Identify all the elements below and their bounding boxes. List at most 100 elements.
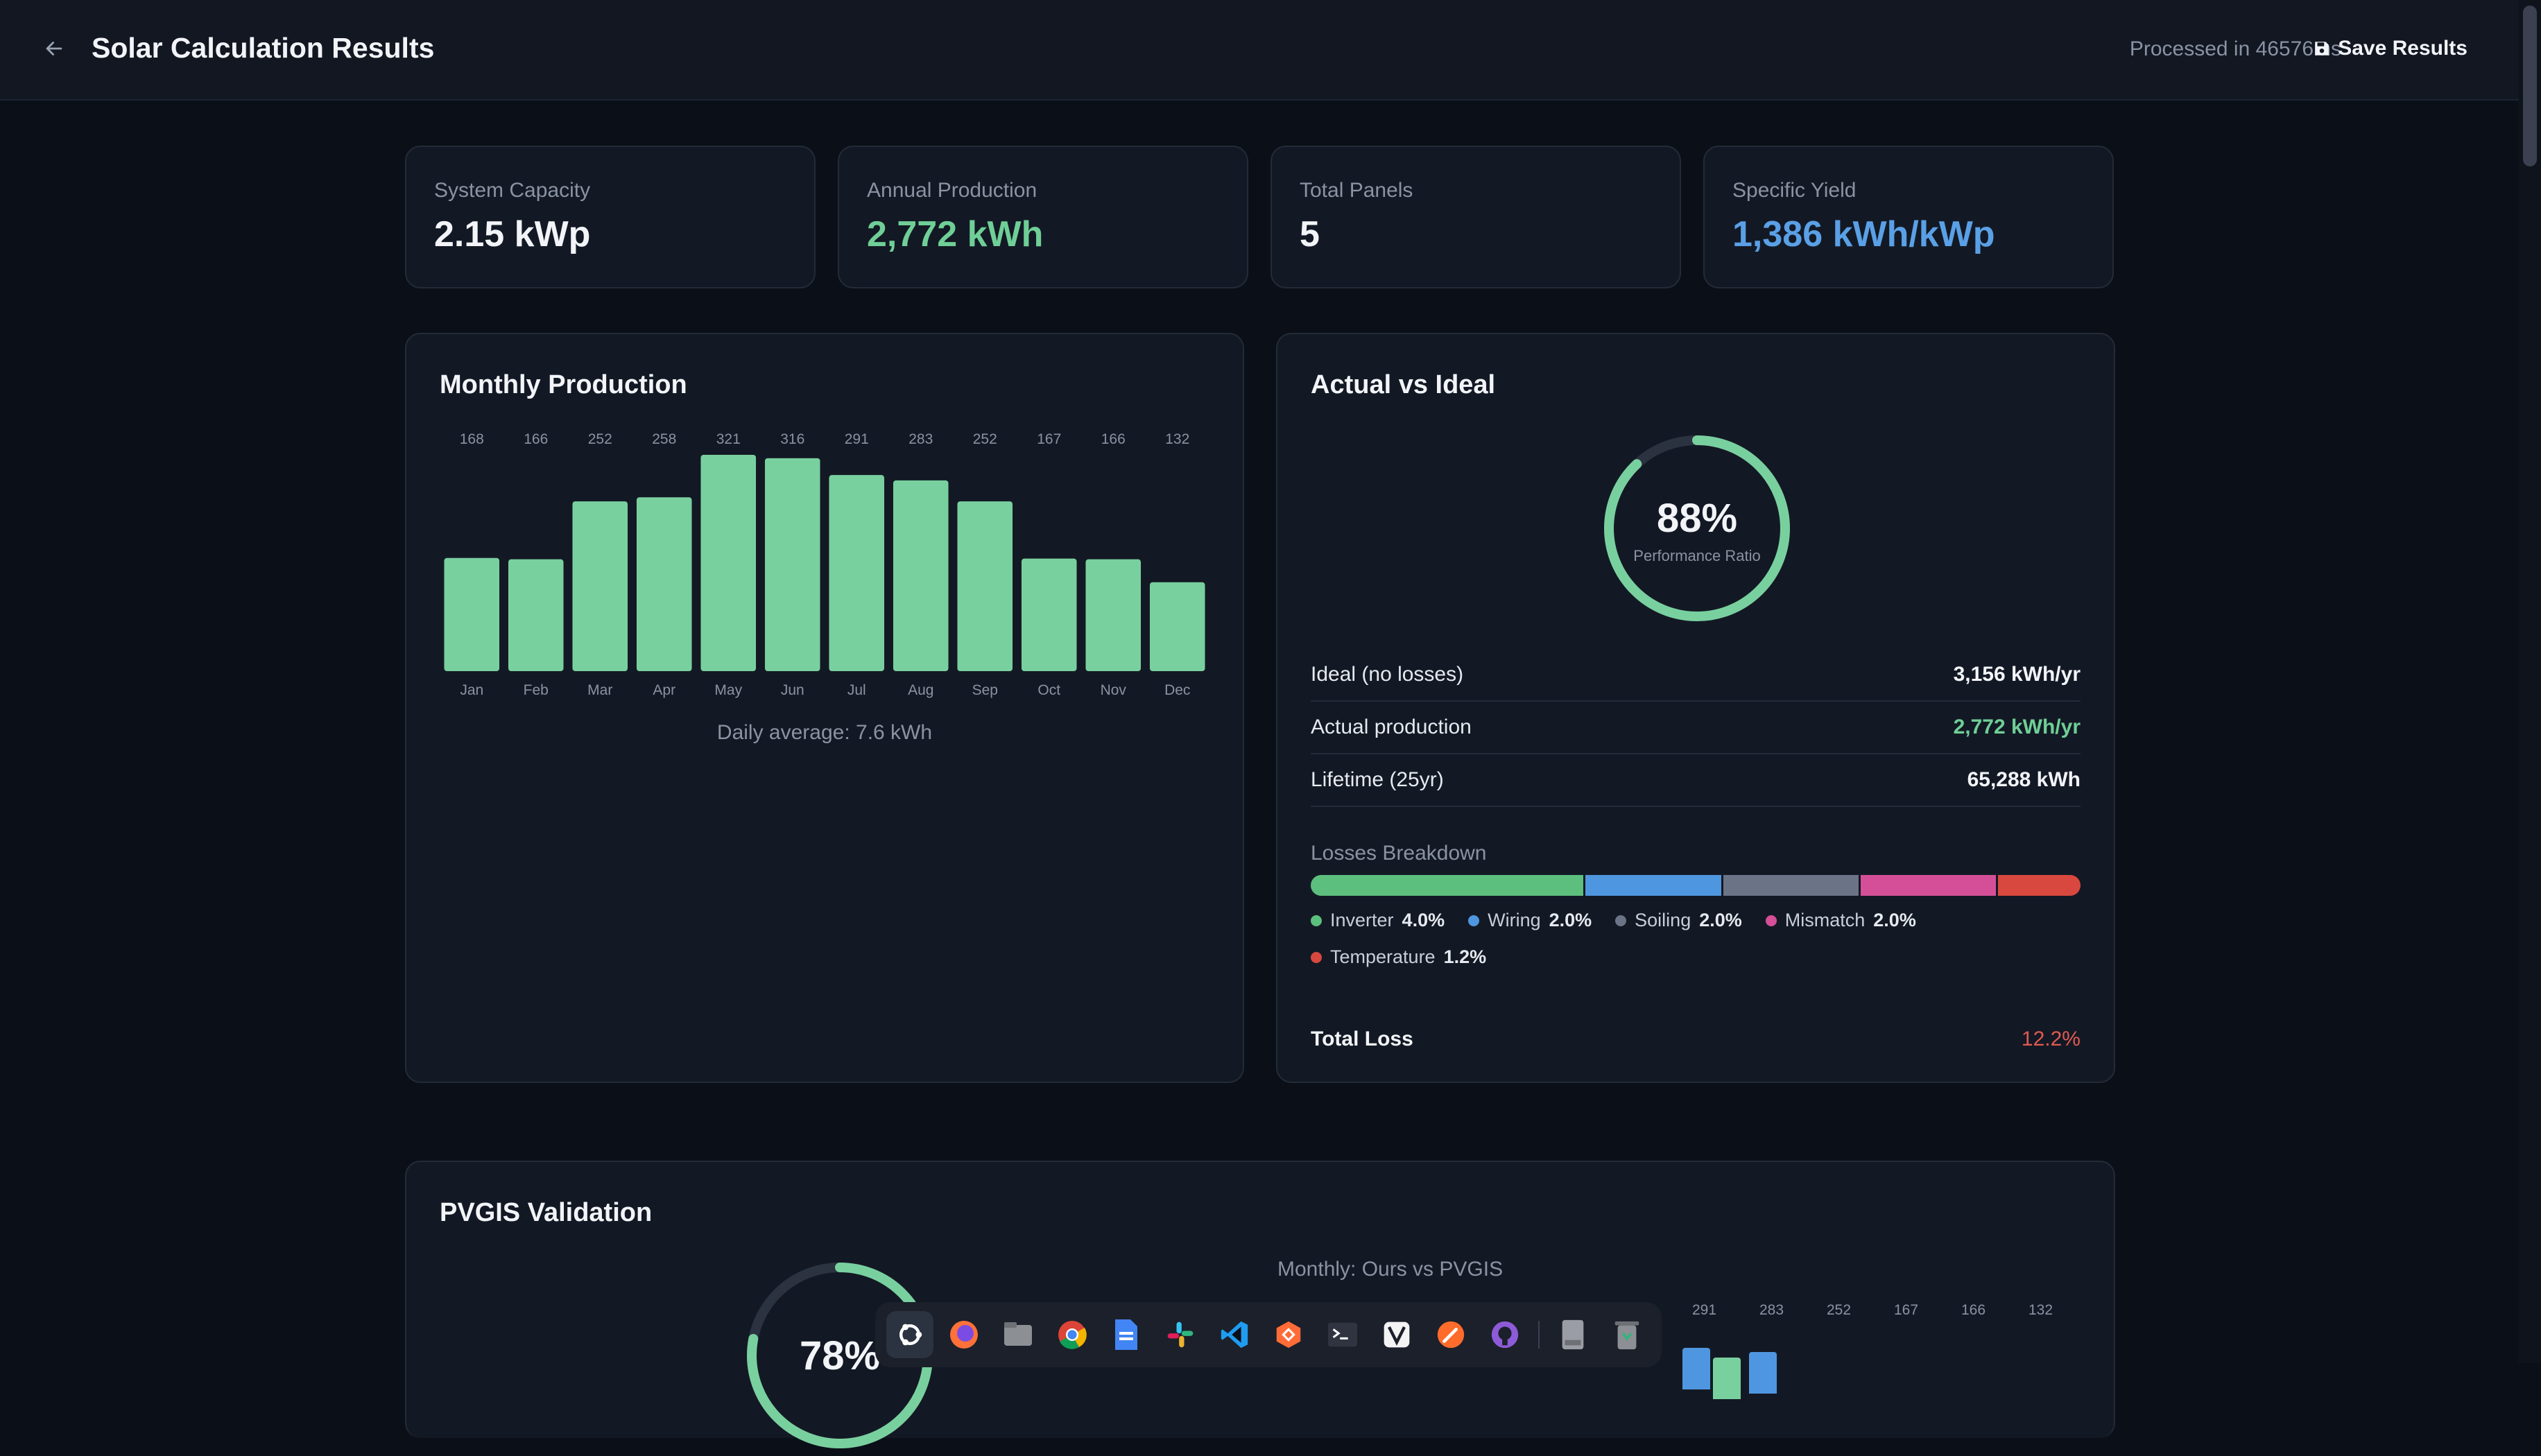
row-label: Ideal (no losses) — [1311, 663, 1464, 686]
x-tick-label: May — [714, 682, 742, 698]
terminal-icon[interactable] — [1319, 1311, 1366, 1358]
total-loss-value: 12.2% — [2021, 1028, 2081, 1050]
save-icon — [2315, 42, 2329, 55]
pvgis-value-label: 283 — [1759, 1302, 1784, 1318]
bar-value-label: 291 — [845, 431, 869, 447]
legend-name: Soiling — [1635, 910, 1691, 930]
pvgis-value-label: 291 — [1692, 1302, 1717, 1318]
losses-title: Losses Breakdown — [1311, 842, 1487, 865]
page-title: Solar Calculation Results — [92, 32, 435, 64]
stat-value: 2,772 kWh — [867, 214, 1044, 254]
pvgis-ratio-value: 78% — [800, 1333, 880, 1378]
stat-card-total-panels: Total Panels 5 — [1270, 146, 1681, 288]
x-tick-label: Aug — [908, 682, 933, 698]
bar-value-label: 167 — [1037, 431, 1061, 447]
daily-average: Daily average: 7.6 kWh — [716, 721, 933, 744]
bar-value-label: 258 — [652, 431, 676, 447]
stat-label: Specific Yield — [1732, 179, 1857, 202]
pvgis-value-label: 167 — [1894, 1302, 1919, 1318]
docs-icon[interactable] — [1103, 1311, 1150, 1358]
bar-may[interactable] — [700, 455, 757, 671]
bar-value-label: 166 — [1101, 431, 1126, 447]
slack-icon[interactable] — [1157, 1311, 1204, 1358]
lifetime-row: Lifetime (25yr) 65,288 kWh — [1311, 754, 2081, 807]
stat-value: 1,386 kWh/kWp — [1732, 214, 1995, 254]
x-tick-label: Jan — [460, 682, 483, 698]
chrome-icon[interactable] — [1049, 1311, 1096, 1358]
page-scrollbar[interactable] — [2519, 0, 2541, 1363]
monthly-production-card: Monthly Production 168 Jan 166 Feb 252 Mar 258… — [405, 333, 1244, 1083]
app-header: Solar Calculation Results Processed in 4… — [0, 0, 2519, 101]
row-value: 65,288 kWh — [1967, 768, 2081, 791]
scrollbar-thumb[interactable] — [2523, 6, 2537, 166]
back-button[interactable] — [39, 33, 69, 64]
actual-row: Actual production 2,772 kWh/yr — [1311, 702, 2081, 754]
bar-mar[interactable] — [572, 501, 628, 671]
save-results-button[interactable]: Save Results — [2313, 33, 2467, 64]
postman-icon[interactable] — [1265, 1311, 1312, 1358]
bar-nov[interactable] — [1085, 559, 1142, 671]
files-icon[interactable] — [994, 1311, 1042, 1358]
loss-segment-inverter — [1311, 875, 1586, 896]
monthly-production-chart: 168 Jan 166 Feb 252 Mar 258 Apr 321 May 316 Jun 291 J… — [444, 431, 1205, 698]
bar-value-label: 283 — [908, 431, 933, 447]
legend-name: Inverter — [1330, 910, 1394, 930]
pvgis-value-label: 132 — [2029, 1302, 2053, 1318]
performance-ratio-gauge: 88% Performance Ratio — [1604, 435, 1790, 621]
pvgis-bar-pvgis — [1713, 1358, 1741, 1399]
bar-value-label: 321 — [716, 431, 741, 447]
drive-icon[interactable] — [1549, 1311, 1596, 1358]
pvgis-bar-ours — [1749, 1352, 1777, 1394]
legend-name: Mismatch — [1784, 910, 1866, 930]
pvgis-validation-card: PVGIS Validation 78% Monthly: Ours vs PV… — [405, 1161, 2115, 1448]
bar-apr[interactable] — [636, 497, 692, 671]
card-title: Monthly Production — [440, 370, 687, 399]
bar-dec[interactable] — [1149, 582, 1205, 671]
system-dock — [875, 1302, 1662, 1367]
x-tick-label: Sep — [972, 682, 998, 698]
legend-item-inverter: Inverter 4.0% — [1311, 910, 1445, 931]
legend-percent: 4.0% — [1402, 910, 1445, 930]
bar-value-label: 166 — [524, 431, 548, 447]
row-label: Lifetime (25yr) — [1311, 768, 1444, 791]
legend-dot — [1615, 915, 1627, 926]
bar-jan[interactable] — [444, 557, 500, 671]
bar-oct[interactable] — [1021, 558, 1077, 671]
bar-sep[interactable] — [957, 501, 1013, 671]
bar-jun[interactable] — [764, 458, 820, 671]
trash-icon[interactable] — [1603, 1311, 1651, 1358]
bar-value-label: 132 — [1165, 431, 1189, 447]
legend-item-wiring: Wiring 2.0% — [1468, 910, 1592, 931]
stat-label: System Capacity — [434, 179, 591, 202]
sketch-icon[interactable] — [1427, 1311, 1474, 1358]
legend-dot — [1311, 915, 1322, 926]
processing-time: Processed in 46576ms — [2129, 37, 2341, 60]
stat-value: 2.15 kWp — [434, 214, 591, 254]
x-tick-label: Dec — [1164, 682, 1190, 698]
row-value: 2,772 kWh/yr — [1953, 716, 2081, 738]
pvgis-compare-title: Monthly: Ours vs PVGIS — [1277, 1258, 1504, 1281]
x-tick-label: Oct — [1037, 682, 1060, 698]
arrow-left-icon — [46, 42, 62, 55]
losses-bar — [1311, 875, 2081, 896]
bar-jul[interactable] — [829, 475, 885, 671]
legend-item-soiling: Soiling 2.0% — [1615, 910, 1742, 931]
bar-feb[interactable] — [508, 559, 564, 671]
stat-value: 5 — [1300, 214, 1320, 254]
bar-value-label: 252 — [588, 431, 612, 447]
pvgis-value-label: 166 — [1961, 1302, 1986, 1318]
card-title: PVGIS Validation — [440, 1198, 653, 1227]
github-icon[interactable] — [1481, 1311, 1528, 1358]
stat-label: Annual Production — [867, 179, 1037, 202]
bar-aug[interactable] — [893, 480, 949, 671]
loss-segment-temperature — [1998, 875, 2081, 896]
legend-name: Wiring — [1488, 910, 1541, 930]
stat-card-specific-yield: Specific Yield 1,386 kWh/kWp — [1703, 146, 2114, 288]
vscode-icon[interactable] — [1211, 1311, 1258, 1358]
legend-item-temperature: Temperature 1.2% — [1311, 946, 1486, 968]
firefox-icon[interactable] — [940, 1311, 988, 1358]
vim-icon[interactable] — [1373, 1311, 1420, 1358]
ideal-row: Ideal (no losses) 3,156 kWh/yr — [1311, 649, 2081, 702]
performance-ratio-value: 88% — [1657, 496, 1737, 541]
ubuntu-icon[interactable] — [886, 1311, 933, 1358]
